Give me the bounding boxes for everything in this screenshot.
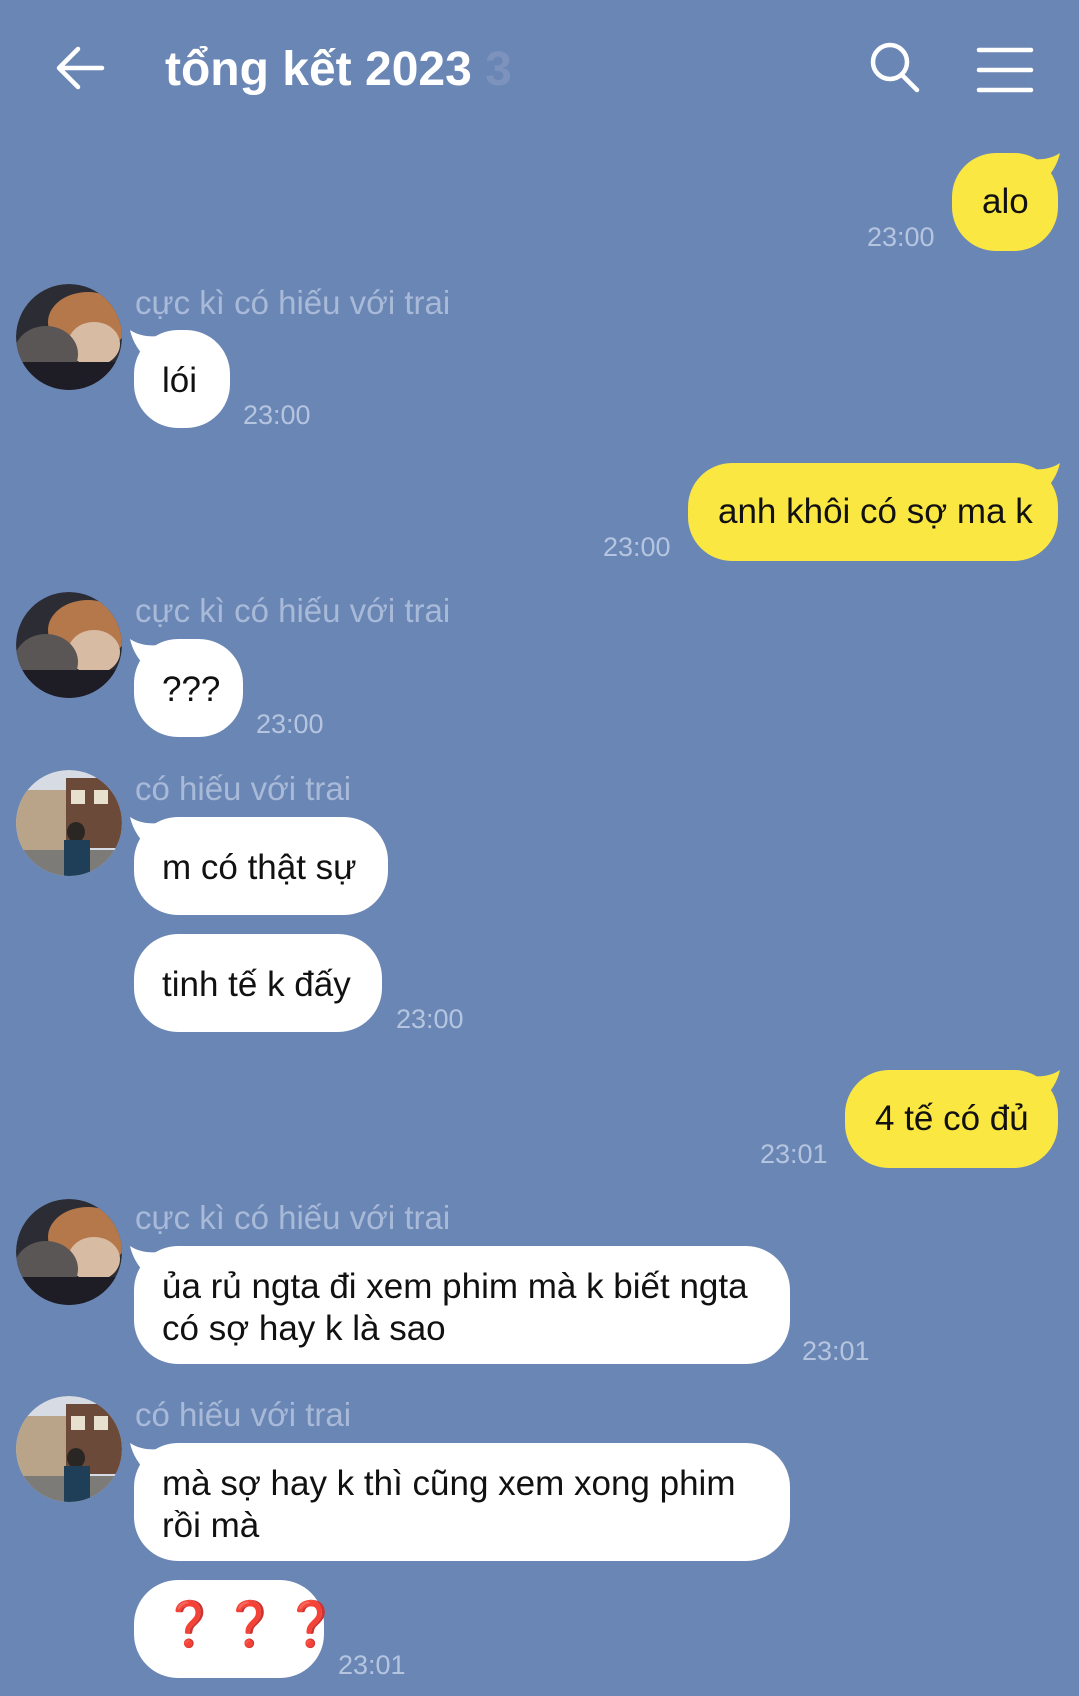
message-text: tinh tế k đấy <box>162 965 351 1004</box>
incoming-message-bubble[interactable]: ❓❓❓ <box>134 1580 338 1678</box>
hamburger-menu-icon <box>976 47 1034 93</box>
bubble-tail <box>130 817 160 849</box>
sender-name: có hiếu với trai <box>135 1396 352 1433</box>
sender-name: cực kì có hiếu với trai <box>135 1199 451 1236</box>
avatar[interactable] <box>16 1396 122 1502</box>
bubble-tail <box>1030 1070 1060 1102</box>
sender-name: có hiếu với trai <box>135 770 352 807</box>
avatar-image <box>16 1199 122 1305</box>
message-text: mà sợ hay k thì cũng xem xong phim rồi m… <box>162 1464 736 1545</box>
avatar-image <box>16 1396 122 1502</box>
sender-name: cực kì có hiếu với trai <box>135 592 451 629</box>
back-button[interactable] <box>50 38 110 98</box>
avatar-image <box>16 284 122 390</box>
message-time: 23:00 <box>243 400 311 430</box>
message-time: 23:00 <box>396 1004 464 1034</box>
message-time: 23:00 <box>256 709 324 739</box>
search-icon <box>870 42 920 93</box>
message-time: 23:00 <box>867 222 935 252</box>
avatar[interactable] <box>16 592 122 698</box>
chat-title-text: tổng kết 2023 <box>165 43 472 96</box>
message-text: lói <box>162 361 198 400</box>
message-text: m có thật sự <box>162 848 357 887</box>
menu-button[interactable] <box>975 40 1035 100</box>
avatar-image <box>16 770 122 876</box>
message-text: ??? <box>162 670 221 709</box>
message-text: ❓❓❓ <box>162 1600 345 1649</box>
message-time: 23:00 <box>603 532 671 562</box>
bubble-tail <box>1030 463 1060 495</box>
bubble-tail <box>1030 153 1060 185</box>
avatar[interactable] <box>16 770 122 876</box>
message-text: alo <box>982 182 1029 221</box>
message-text: 4 tế có đủ <box>875 1099 1029 1138</box>
message-time: 23:01 <box>760 1139 828 1169</box>
incoming-message-bubble[interactable]: mà sợ hay k thì cũng xem xong phim rồi m… <box>134 1443 790 1561</box>
incoming-message-bubble[interactable]: tinh tế k đấy <box>134 934 382 1032</box>
outgoing-message-bubble[interactable]: 4 tế có đủ <box>845 1070 1058 1168</box>
message-time: 23:01 <box>802 1336 870 1366</box>
avatar-image <box>16 592 122 698</box>
bubble-tail <box>130 330 160 362</box>
member-count: 3 <box>485 43 512 96</box>
incoming-message-bubble[interactable]: m có thật sự <box>134 817 388 915</box>
outgoing-message-bubble[interactable]: anh khôi có sợ ma k <box>688 463 1058 561</box>
message-time: 23:01 <box>338 1650 406 1680</box>
arrow-left-icon <box>56 46 105 90</box>
chat-title: tổng kết 2023 3 <box>165 40 512 100</box>
message-text: ủa rủ ngta đi xem phim mà k biết ngta có… <box>162 1267 748 1348</box>
bubble-tail <box>130 639 160 671</box>
message-text: anh khôi có sợ ma k <box>718 492 1033 531</box>
sender-name: cực kì có hiếu với trai <box>135 284 451 321</box>
bubble-tail <box>130 1246 160 1278</box>
avatar[interactable] <box>16 284 122 390</box>
search-button[interactable] <box>865 38 925 98</box>
chat-header: tổng kết 2023 3 <box>0 0 1079 140</box>
avatar[interactable] <box>16 1199 122 1305</box>
incoming-message-bubble[interactable]: ủa rủ ngta đi xem phim mà k biết ngta có… <box>134 1246 790 1364</box>
bubble-tail <box>130 1443 160 1475</box>
